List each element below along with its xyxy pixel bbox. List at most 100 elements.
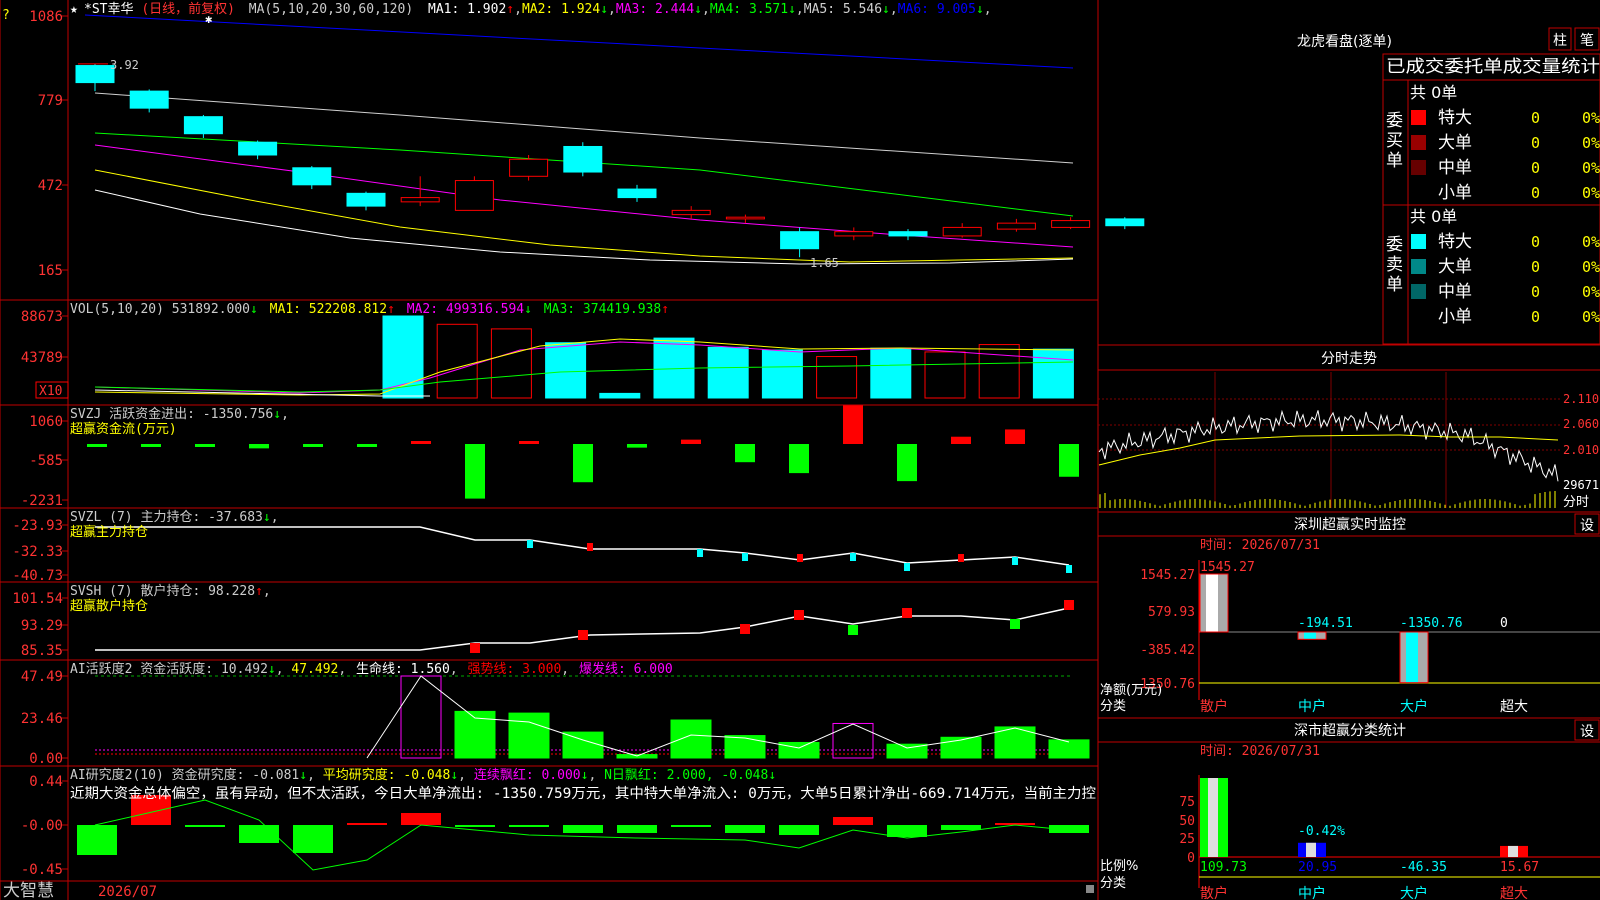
svsh-marker xyxy=(1010,619,1020,629)
ai-research-bar xyxy=(401,813,441,825)
ma-value: MA5: 5.546 xyxy=(804,2,882,17)
low-price-label: 1.65 xyxy=(810,256,839,270)
ai-research-legend: AI研究度2(10) 资金研究度: -0.081↓, 平均研究度: -0.048… xyxy=(70,767,776,783)
axis-tick-label: 472 xyxy=(38,178,63,194)
candle-body xyxy=(888,231,928,237)
row-color-swatch xyxy=(1411,135,1426,150)
svzj-axis: 1060 -585 -2231 xyxy=(21,414,68,509)
volume-bar xyxy=(978,344,1020,399)
svzl-marker xyxy=(1012,557,1018,565)
ai-activity-bar xyxy=(670,719,712,759)
svzl-marker xyxy=(527,540,533,548)
axis-tick-label: 0.44 xyxy=(29,774,63,790)
intraday-chart xyxy=(1098,372,1560,508)
bar-highlight xyxy=(1406,632,1418,683)
svsh-marker xyxy=(902,608,912,618)
left-panel-frames xyxy=(0,0,1099,900)
candle-body xyxy=(75,65,115,84)
ma-arrow: ↓ xyxy=(882,2,890,17)
axis-tick-label: -585 xyxy=(29,453,63,469)
axis-tick-label: 93.29 xyxy=(21,618,63,634)
sz-monitor-tick: -385.42 xyxy=(1140,643,1195,658)
row-name: 中单 xyxy=(1438,158,1472,178)
ai-activity-panel[interactable]: 47.49 23.46 0.00 AI活跃度2 资金活跃度: 10.492↓, 47… xyxy=(21,661,1090,767)
sz-class-bar xyxy=(1298,842,1326,857)
svsh-marker xyxy=(794,610,804,620)
svzj-bar xyxy=(1005,429,1025,444)
sz-class-tick: 75 xyxy=(1179,795,1195,810)
axis-tick-label: 779 xyxy=(38,93,63,109)
high-price-label: 3.92 xyxy=(110,58,139,72)
candle-body xyxy=(996,222,1036,230)
svzj-bar xyxy=(951,436,971,444)
lock-icon[interactable] xyxy=(1086,885,1094,893)
svzj-panel[interactable]: 1060 -585 -2231 SVZJ 活跃资金进出: -1350.756↓, 超… xyxy=(21,405,1079,509)
volume-bar xyxy=(545,342,587,399)
ma-line xyxy=(94,169,1074,263)
svzj-bar xyxy=(519,441,539,444)
bar-highlight xyxy=(1208,778,1218,857)
sz-class-pct-label: -0.42% xyxy=(1298,824,1345,839)
ai-activity-bar xyxy=(1048,739,1090,759)
bar-mode-label: 柱 xyxy=(1553,33,1567,49)
ma-separator: , xyxy=(514,2,522,17)
price-panel[interactable]: ? 1086 779 472 165 ★ *ST幸华 (日线，前复权) MA(5,10… xyxy=(2,1,1145,279)
axis-tick-label: 43789 xyxy=(21,350,63,366)
ma-value: MA4: 3.571 xyxy=(710,2,788,17)
row-percent: 0% xyxy=(1582,283,1600,301)
sz-class-tick: 25 xyxy=(1179,832,1195,847)
ma-line xyxy=(84,14,1074,69)
row-color-swatch xyxy=(1411,160,1426,175)
candle-body xyxy=(346,192,386,207)
svzl-subtitle: 超赢主力持仓 xyxy=(70,524,148,540)
sell-rows: 特大 0 0% 大单 0 0% 中单 0 0% 小单 0 0% xyxy=(1411,232,1600,327)
svsh-panel[interactable]: 101.54 93.29 85.35 SVSH (7) 散户持仓: 98.228↑,… xyxy=(12,583,1074,659)
volume-bar xyxy=(707,346,749,399)
sz-monitor-bar-label: -194.51 xyxy=(1298,616,1353,631)
side-label-char: 委 xyxy=(1386,111,1403,131)
ai-research-bar xyxy=(563,825,603,833)
sz-class-settings-label: 设 xyxy=(1580,724,1594,740)
ma-value: MA2: 1.924 xyxy=(522,2,600,17)
sz-monitor-bar-label: 1545.27 xyxy=(1200,560,1255,575)
axis-tick-label: -40.73 xyxy=(12,568,63,584)
bar-highlight xyxy=(1206,574,1218,632)
intraday-tag: 分时 xyxy=(1563,495,1589,510)
svzj-bar xyxy=(735,444,755,463)
candlesticks xyxy=(75,63,1145,258)
buy-side-label: 委买单 xyxy=(1386,111,1403,171)
svzj-bar xyxy=(1059,444,1079,477)
svzl-marker xyxy=(958,554,964,562)
intraday-tick-1: 2.110 xyxy=(1563,392,1599,406)
candle-body xyxy=(725,216,765,220)
candle-body xyxy=(454,180,494,211)
sz-class-panel[interactable]: 深市超赢分类统计 设 时间: 2026/07/31 75 50 25 0 109.73 散… xyxy=(1098,717,1600,900)
svsh-marker xyxy=(848,625,858,635)
candle-body xyxy=(183,116,223,135)
candle-body xyxy=(617,188,657,199)
sz-class-value: -46.35 xyxy=(1400,860,1447,875)
sz-monitor-panel[interactable]: 深圳超赢实时监控 设 时间: 2026/07/31 1545.27 579.93 -… xyxy=(1098,511,1600,715)
svsh-marker xyxy=(578,630,588,640)
ma-separator: , xyxy=(608,2,616,17)
ai-activity-bar xyxy=(778,741,820,759)
ai-activity-bar xyxy=(400,675,442,759)
intraday-tick-2: 2.060 xyxy=(1563,417,1599,431)
lhb-panel[interactable]: 龙虎看盘(逐单) 柱 笔 已成交委托单成交量统计 共 0单 共 0单 委买单 委… xyxy=(1297,27,1600,345)
axis-tick-label: 23.46 xyxy=(21,711,63,727)
candle-body xyxy=(563,145,603,173)
sz-class-category: 散户 xyxy=(1200,885,1228,900)
row-name: 小单 xyxy=(1438,307,1472,327)
ai-research-bar xyxy=(77,825,117,855)
svzl-marker xyxy=(797,554,803,562)
row-percent: 0% xyxy=(1582,308,1600,326)
volume-panel[interactable]: 88673 43789 X10 VOL(5,10,20) 531892.000↓ … xyxy=(21,302,1074,399)
ai-research-panel[interactable]: 0.44 -0.00 -0.45 AI研究度2(10) 资金研究度: -0.081↓… xyxy=(21,767,1096,878)
svzj-bar xyxy=(87,444,107,447)
row-count: 0 xyxy=(1531,109,1540,127)
sell-total: 共 0单 xyxy=(1410,207,1457,226)
ma-header: MA(5,10,20,30,60,120) xyxy=(249,2,413,17)
sz-class-time: 时间: 2026/07/31 xyxy=(1200,744,1320,759)
svzl-panel[interactable]: -23.93 -32.33 -40.73 SVZL (7) 主力持仓: -37.68… xyxy=(12,510,1072,584)
intraday-panel[interactable]: 分时走势 2.110 2.060 2.010 29671 分时 xyxy=(1098,344,1600,510)
